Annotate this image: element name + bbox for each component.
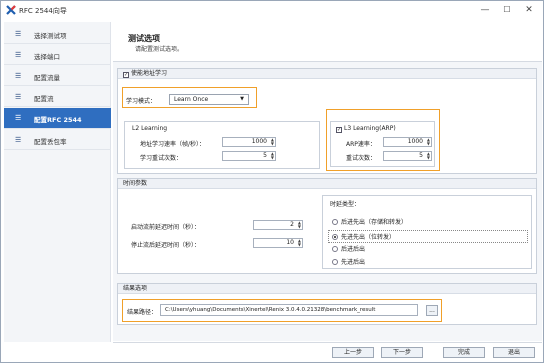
learning-panel: ✓ 使能地址学习 学习模式： Learn Once ▼ L2 Learning 地… [117,68,537,174]
list-icon: ☰ [15,114,22,122]
spin-arrows-icon: ▲ ▼ [297,238,301,247]
sidebar-item-select-tests[interactable]: ☰ 选择测试项 [4,24,111,44]
learning-panel-header: ✓ 使能地址学习 [118,69,536,79]
l3-retries-input[interactable]: 5 ▲ ▼ [383,151,432,161]
sidebar: ☰ 选择测试项 ☰ 选择端口 ☰ 配置流量 ☰ 配置流 ☰ 配置RFC 2544… [4,22,111,342]
sidebar-item-label: 配置丢包率 [34,138,67,146]
page-header: 测试选项 请配置测试选项。 [113,22,542,60]
title-bar: RFC 2544向导 — ☐ ✕ [1,1,543,20]
latency-option-label: 后进后出 [341,246,366,253]
enable-learning-label: 使能地址学习 [131,70,168,77]
l2-learning-group: L2 Learning 地址学习速率（帧/秒）： 1000 ▲ ▼ 学习重试次数：… [124,121,320,169]
radio-button-selected[interactable] [332,234,338,240]
sidebar-item-select-ports[interactable]: ☰ 选择端口 [4,45,111,65]
l2-rate-input[interactable]: 1000 ▲ ▼ [222,137,276,147]
maximize-button[interactable]: ☐ [497,2,517,18]
stop-delay-value: 10 [286,239,294,246]
l2-learning-title: L2 Learning [132,125,168,132]
spin-arrows-icon: ▲ ▼ [270,151,274,160]
l3-learning-checkbox[interactable]: ✓ [336,127,342,133]
sidebar-item-label: 选择测试项 [34,32,67,40]
window-title: RFC 2544向导 [19,7,67,15]
learning-mode-value: Learn Once [174,96,209,103]
sidebar-item-config-rfc2544[interactable]: ☰ 配置RFC 2544 [4,108,111,129]
l3-learning-title-wrap: ✓ L3 Learning(ARP) [336,125,396,133]
page-subtitle: 请配置测试选项。 [135,46,184,53]
l3-arp-rate-label: ARP速率： [346,141,376,148]
l3-arp-rate-input[interactable]: 1000 ▲ ▼ [383,137,432,147]
latency-option-filo[interactable]: 先进后出 [332,257,365,266]
sidebar-item-label: 配置流量 [34,74,60,82]
timing-panel-header: 时间参数 [118,179,536,189]
page-title: 测试选项 [128,34,160,43]
sidebar-item-config-loss-rate[interactable]: ☰ 配置丢包率 [4,130,111,150]
latency-option-lilo[interactable]: 后进后出 [332,244,365,253]
browse-button[interactable]: ... [426,305,438,316]
spin-arrows-icon: ▲ ▼ [426,151,430,160]
list-icon: ☰ [15,93,22,101]
footer-bar: 上一步 下一步 完成 退出 [113,342,542,362]
close-button[interactable]: ✕ [519,2,539,18]
result-path-label: 结果路径： [127,309,158,316]
latency-type-title: 时延类型： [330,201,361,208]
sidebar-item-config-traffic[interactable]: ☰ 配置流量 [4,66,111,86]
l2-retries-input[interactable]: 5 ▲ ▼ [222,151,276,161]
learning-mode-select[interactable]: Learn Once ▼ [169,94,249,105]
latency-option-label: 先进后出 [341,259,366,266]
radio-button[interactable] [332,219,338,225]
stop-delay-label: 停止流后延迟时间（秒）： [131,242,201,249]
spin-arrows-icon: ▲ ▼ [297,220,301,229]
spin-arrows-icon: ▲ ▼ [270,137,274,146]
list-icon: ☰ [15,51,22,59]
l2-rate-label: 地址学习速率（帧/秒）： [140,141,206,148]
l3-retries-value: 5 [419,152,423,159]
result-path-input[interactable]: C:\Users\yhuang\Documents\Xinertel\Renix… [160,304,418,316]
exit-button[interactable]: 退出 [493,347,535,358]
app-logo-icon [6,5,16,15]
latency-option-fifo[interactable]: 先进先出（位转发） [328,230,528,243]
chevron-down-icon: ▼ [240,96,244,102]
latency-type-group: 时延类型： 后进先出（存储和转发） 先进先出（位转发） 后进后出 先进后出 [322,195,532,269]
spin-arrows-icon: ▲ ▼ [426,137,430,146]
wizard-window: RFC 2544向导 — ☐ ✕ ☰ 选择测试项 ☰ 选择端口 ☰ 配置流量 ☰… [0,0,544,363]
latency-option-lifo[interactable]: 后进先出（存储和转发） [332,217,407,226]
latency-option-label: 后进先出（存储和转发） [341,219,408,226]
sidebar-item-label: 选择端口 [34,53,60,61]
l3-learning-title: L3 Learning(ARP) [344,125,396,132]
radio-button[interactable] [332,246,338,252]
list-icon: ☰ [15,72,22,80]
l3-arp-rate-value: 1000 [407,138,423,145]
sidebar-item-config-stream[interactable]: ☰ 配置流 [4,87,111,107]
finish-button[interactable]: 完成 [443,347,485,358]
l2-rate-value: 1000 [251,138,267,145]
start-delay-label: 启动流前延迟时间（秒）： [131,224,201,231]
l2-retries-value: 5 [263,152,267,159]
minimize-button[interactable]: — [475,2,495,18]
list-icon: ☰ [15,136,22,144]
start-delay-value: 2 [290,221,294,228]
start-delay-input[interactable]: 2 ▲ ▼ [253,220,303,230]
l2-retries-label: 学习重试次数： [140,155,183,162]
enable-learning-checkbox[interactable]: ✓ [123,72,129,78]
l3-retries-label: 重试次数： [346,155,377,162]
sidebar-item-label: 配置RFC 2544 [34,116,82,124]
list-icon: ☰ [15,30,22,38]
l3-learning-group: ✓ L3 Learning(ARP) ARP速率： 1000 ▲ ▼ 重试次数： 5… [330,121,435,167]
prev-button[interactable]: 上一步 [332,347,374,358]
next-button[interactable]: 下一步 [381,347,423,358]
result-panel: 结果选项 结果路径： C:\Users\yhuang\Documents\Xin… [117,283,537,325]
latency-option-label: 先进先出（位转发） [341,234,396,241]
result-panel-header: 结果选项 [118,284,536,294]
content-area: ✓ 使能地址学习 学习模式： Learn Once ▼ L2 Learning 地… [113,61,542,341]
radio-button[interactable] [332,259,338,265]
stop-delay-input[interactable]: 10 ▲ ▼ [253,238,303,248]
learning-mode-label: 学习模式： [126,98,157,105]
timing-panel: 时间参数 启动流前延迟时间（秒）： 2 ▲ ▼ 停止流后延迟时间（秒）： 10 ▲… [117,178,537,274]
sidebar-item-label: 配置流 [34,95,54,103]
